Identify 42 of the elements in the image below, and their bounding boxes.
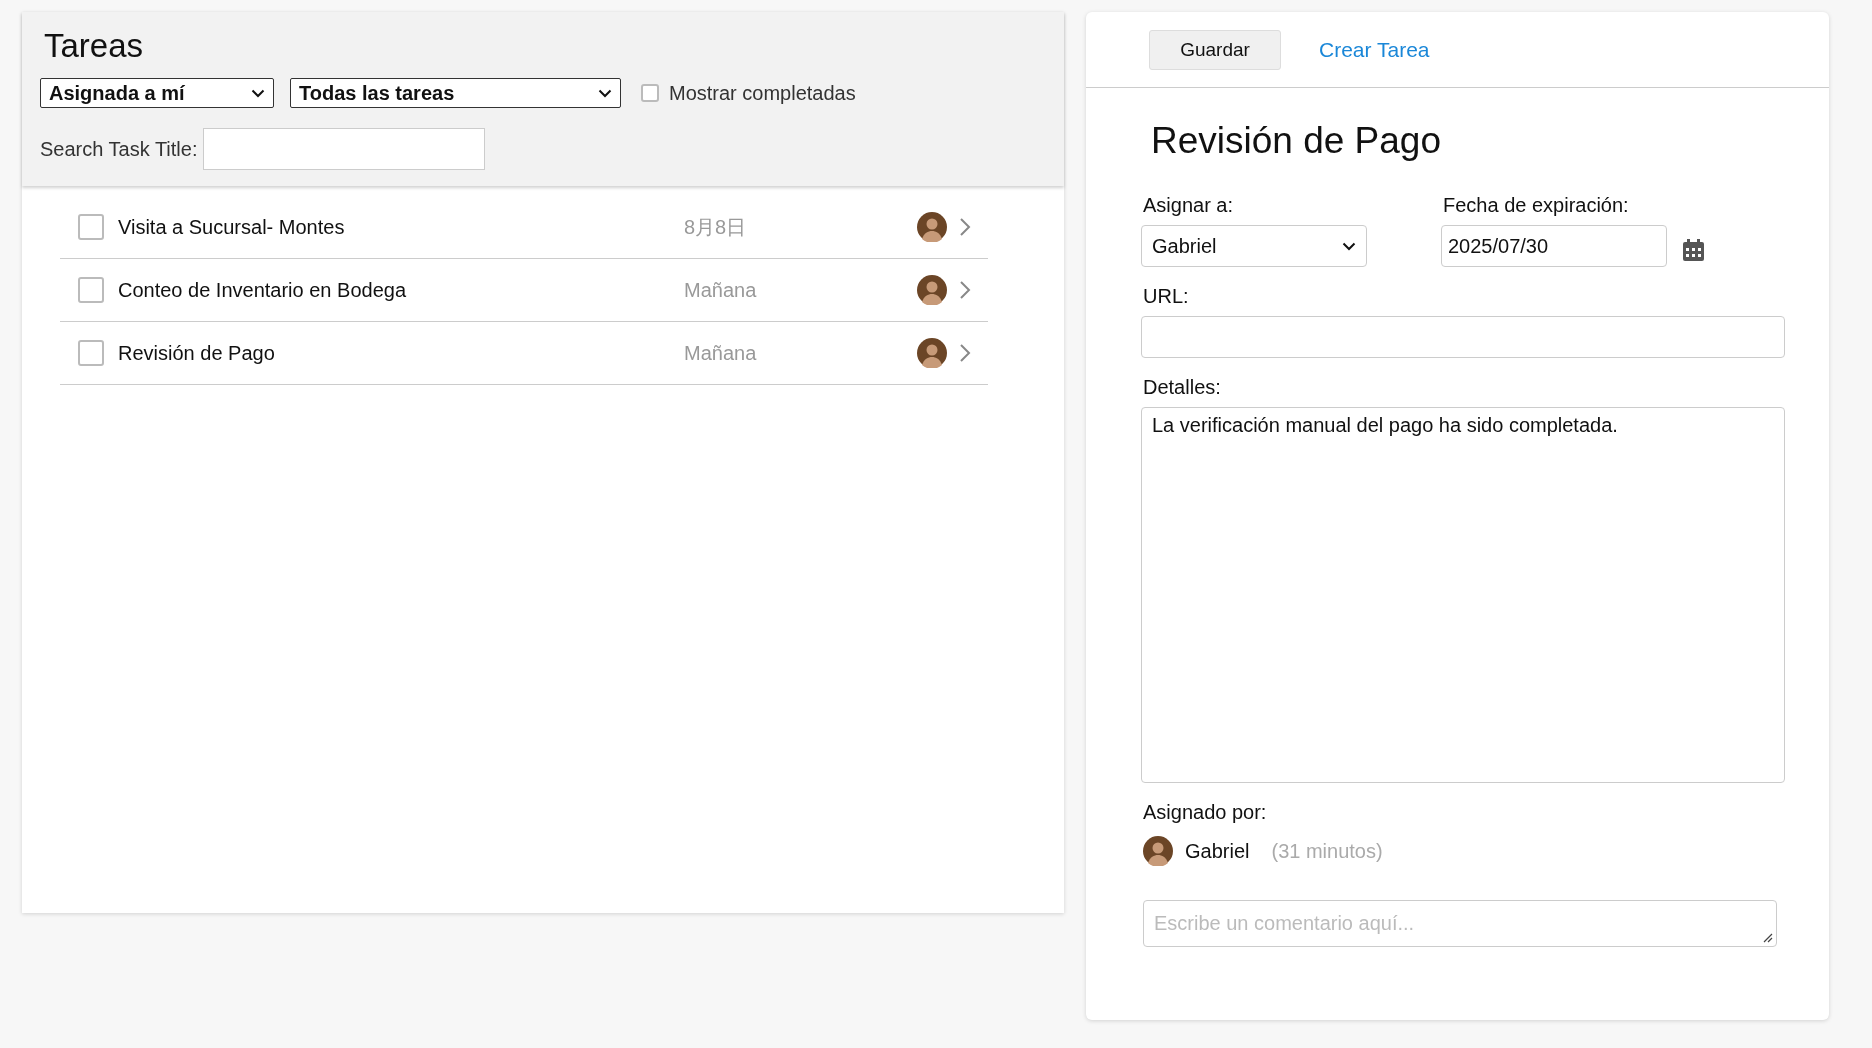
checkbox[interactable] — [78, 277, 104, 303]
create-task-link[interactable]: Crear Tarea — [1319, 37, 1430, 62]
time-ago: (31 minutos) — [1271, 839, 1383, 863]
avatar-icon — [917, 338, 947, 368]
field-label: Detalles: — [1143, 376, 1222, 399]
assigner-name: Gabriel — [1185, 839, 1250, 863]
date-input[interactable]: 2025/07/30 — [1441, 225, 1667, 267]
search-label: Search Task Title: — [40, 137, 198, 161]
checkbox[interactable] — [78, 340, 104, 366]
checkbox[interactable] — [641, 84, 659, 102]
task-title[interactable]: Conteo de Inventario en Bodega — [118, 278, 684, 302]
field-label: Asignado por: — [1143, 801, 1268, 824]
field-label: URL: — [1143, 285, 1190, 308]
caret-icon — [1342, 241, 1356, 251]
field-label: Fecha de expiración: — [1443, 194, 1630, 217]
details-textarea[interactable]: La verificación manual del pago ha sido completada. — [1141, 407, 1785, 783]
checkbox-label: Mostrar completadas — [669, 81, 856, 105]
assignee-dropdown[interactable]: Gabriel — [1141, 225, 1367, 267]
search-field[interactable] — [203, 128, 486, 170]
chevron-right-icon[interactable] — [959, 343, 971, 363]
task-title[interactable]: Visita a Sucursal- Montes — [118, 215, 684, 239]
avatar-icon — [917, 212, 947, 242]
assignee-dropdown[interactable]: Asignada a mí — [40, 78, 274, 108]
calendar-icon[interactable] — [1683, 239, 1704, 261]
field-label: Asignar a: — [1143, 194, 1235, 217]
due-date: Mañana — [684, 278, 758, 302]
due-date: 8月8日 — [684, 214, 748, 240]
avatar-icon — [917, 275, 947, 305]
checkbox[interactable] — [78, 214, 104, 240]
scope-dropdown[interactable]: Todas las tareas — [290, 78, 621, 108]
save-button[interactable]: Guardar — [1149, 29, 1281, 70]
task-title: Revisión de Pago — [1151, 119, 1443, 163]
chevron-right-icon[interactable] — [959, 280, 971, 300]
task-title[interactable]: Revisión de Pago — [118, 341, 684, 365]
resize-grip-icon[interactable] — [1763, 933, 1773, 943]
url-input[interactable] — [1141, 316, 1785, 358]
chevron-right-icon[interactable] — [959, 217, 971, 237]
due-date: Mañana — [684, 341, 758, 365]
caret-icon — [251, 88, 265, 98]
page-title: Tareas — [43, 26, 145, 66]
avatar-icon — [1143, 836, 1173, 866]
caret-icon — [598, 88, 612, 98]
